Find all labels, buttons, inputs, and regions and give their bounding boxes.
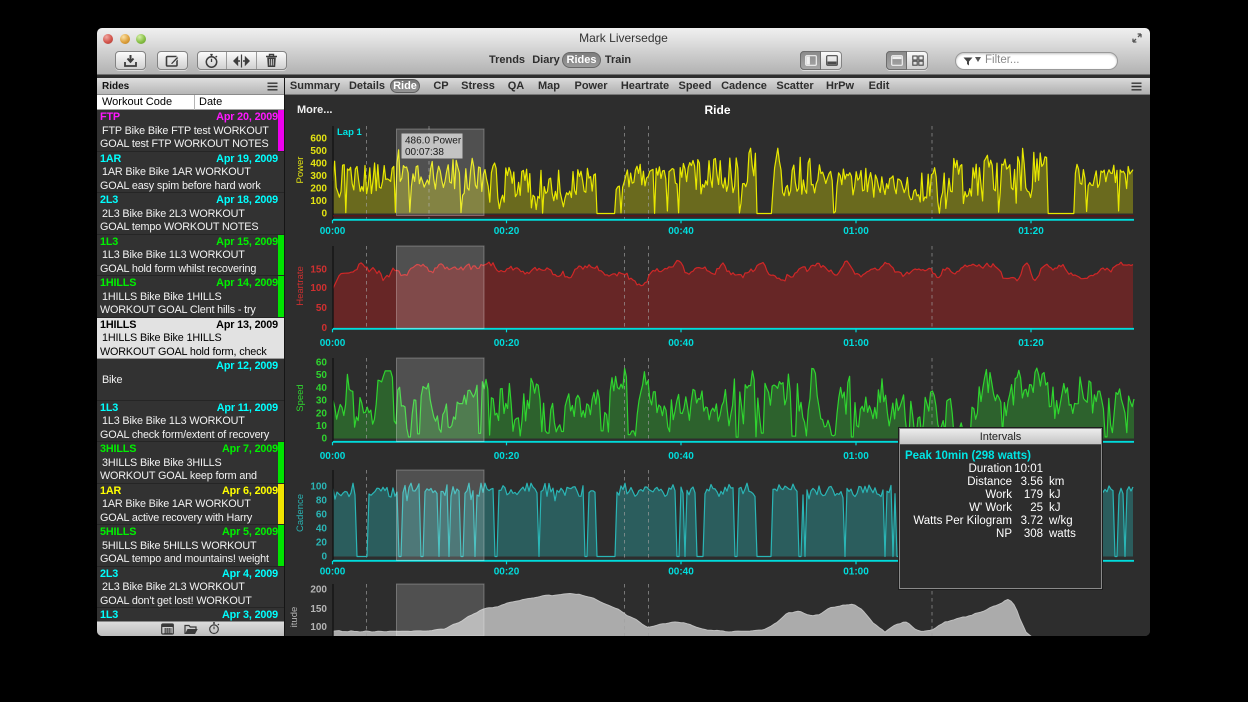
svg-text:01:00: 01:00 <box>843 338 869 349</box>
svg-text:00:00: 00:00 <box>320 451 346 462</box>
svg-text:486.0 Power: 486.0 Power <box>405 136 462 147</box>
svg-text:0: 0 <box>321 323 327 334</box>
svg-text:01:20: 01:20 <box>1018 226 1044 237</box>
svg-text:300: 300 <box>310 171 327 182</box>
svg-text:01:20: 01:20 <box>1018 338 1044 349</box>
svg-text:01:00: 01:00 <box>843 226 869 237</box>
svg-text:200: 200 <box>310 584 327 595</box>
svg-text:500: 500 <box>310 146 327 157</box>
svg-text:00:40: 00:40 <box>668 567 694 578</box>
svg-text:400: 400 <box>310 158 327 169</box>
svg-text:600: 600 <box>310 133 327 144</box>
svg-text:100: 100 <box>310 283 327 294</box>
svg-text:00:00: 00:00 <box>320 567 346 578</box>
svg-text:00:40: 00:40 <box>668 451 694 462</box>
svg-text:itude: itude <box>289 607 300 628</box>
svg-text:01:00: 01:00 <box>843 567 869 578</box>
svg-text:0: 0 <box>321 551 327 562</box>
svg-text:100: 100 <box>310 196 327 207</box>
svg-text:00:00: 00:00 <box>320 226 346 237</box>
svg-text:100: 100 <box>310 622 327 633</box>
svg-text:00:20: 00:20 <box>494 226 520 237</box>
svg-text:50: 50 <box>316 370 328 381</box>
svg-text:0: 0 <box>321 208 327 219</box>
svg-text:60: 60 <box>316 509 328 520</box>
svg-text:10: 10 <box>316 421 328 432</box>
svg-text:150: 150 <box>310 264 327 275</box>
svg-text:40: 40 <box>316 383 328 394</box>
svg-text:50: 50 <box>316 303 328 314</box>
svg-text:0: 0 <box>321 433 327 444</box>
svg-text:00:20: 00:20 <box>494 451 520 462</box>
svg-text:40: 40 <box>316 523 328 534</box>
svg-text:Cadence: Cadence <box>295 494 306 532</box>
svg-text:00:00: 00:00 <box>320 338 346 349</box>
svg-text:150: 150 <box>310 604 327 615</box>
svg-text:Lap 1: Lap 1 <box>337 127 363 138</box>
svg-text:20: 20 <box>316 537 328 548</box>
svg-text:00:20: 00:20 <box>494 567 520 578</box>
svg-text:00:20: 00:20 <box>494 338 520 349</box>
svg-text:Speed: Speed <box>295 384 306 411</box>
svg-text:20: 20 <box>316 408 328 419</box>
svg-text:00:40: 00:40 <box>668 338 694 349</box>
svg-text:30: 30 <box>316 395 328 406</box>
svg-text:60: 60 <box>316 357 328 368</box>
svg-text:100: 100 <box>310 481 327 492</box>
svg-text:01:00: 01:00 <box>843 451 869 462</box>
svg-text:00:40: 00:40 <box>668 226 694 237</box>
svg-text:80: 80 <box>316 495 328 506</box>
svg-text:Heartrate: Heartrate <box>295 266 306 306</box>
svg-text:00:07:38: 00:07:38 <box>405 147 444 158</box>
svg-text:200: 200 <box>310 183 327 194</box>
svg-text:Power: Power <box>295 157 306 184</box>
